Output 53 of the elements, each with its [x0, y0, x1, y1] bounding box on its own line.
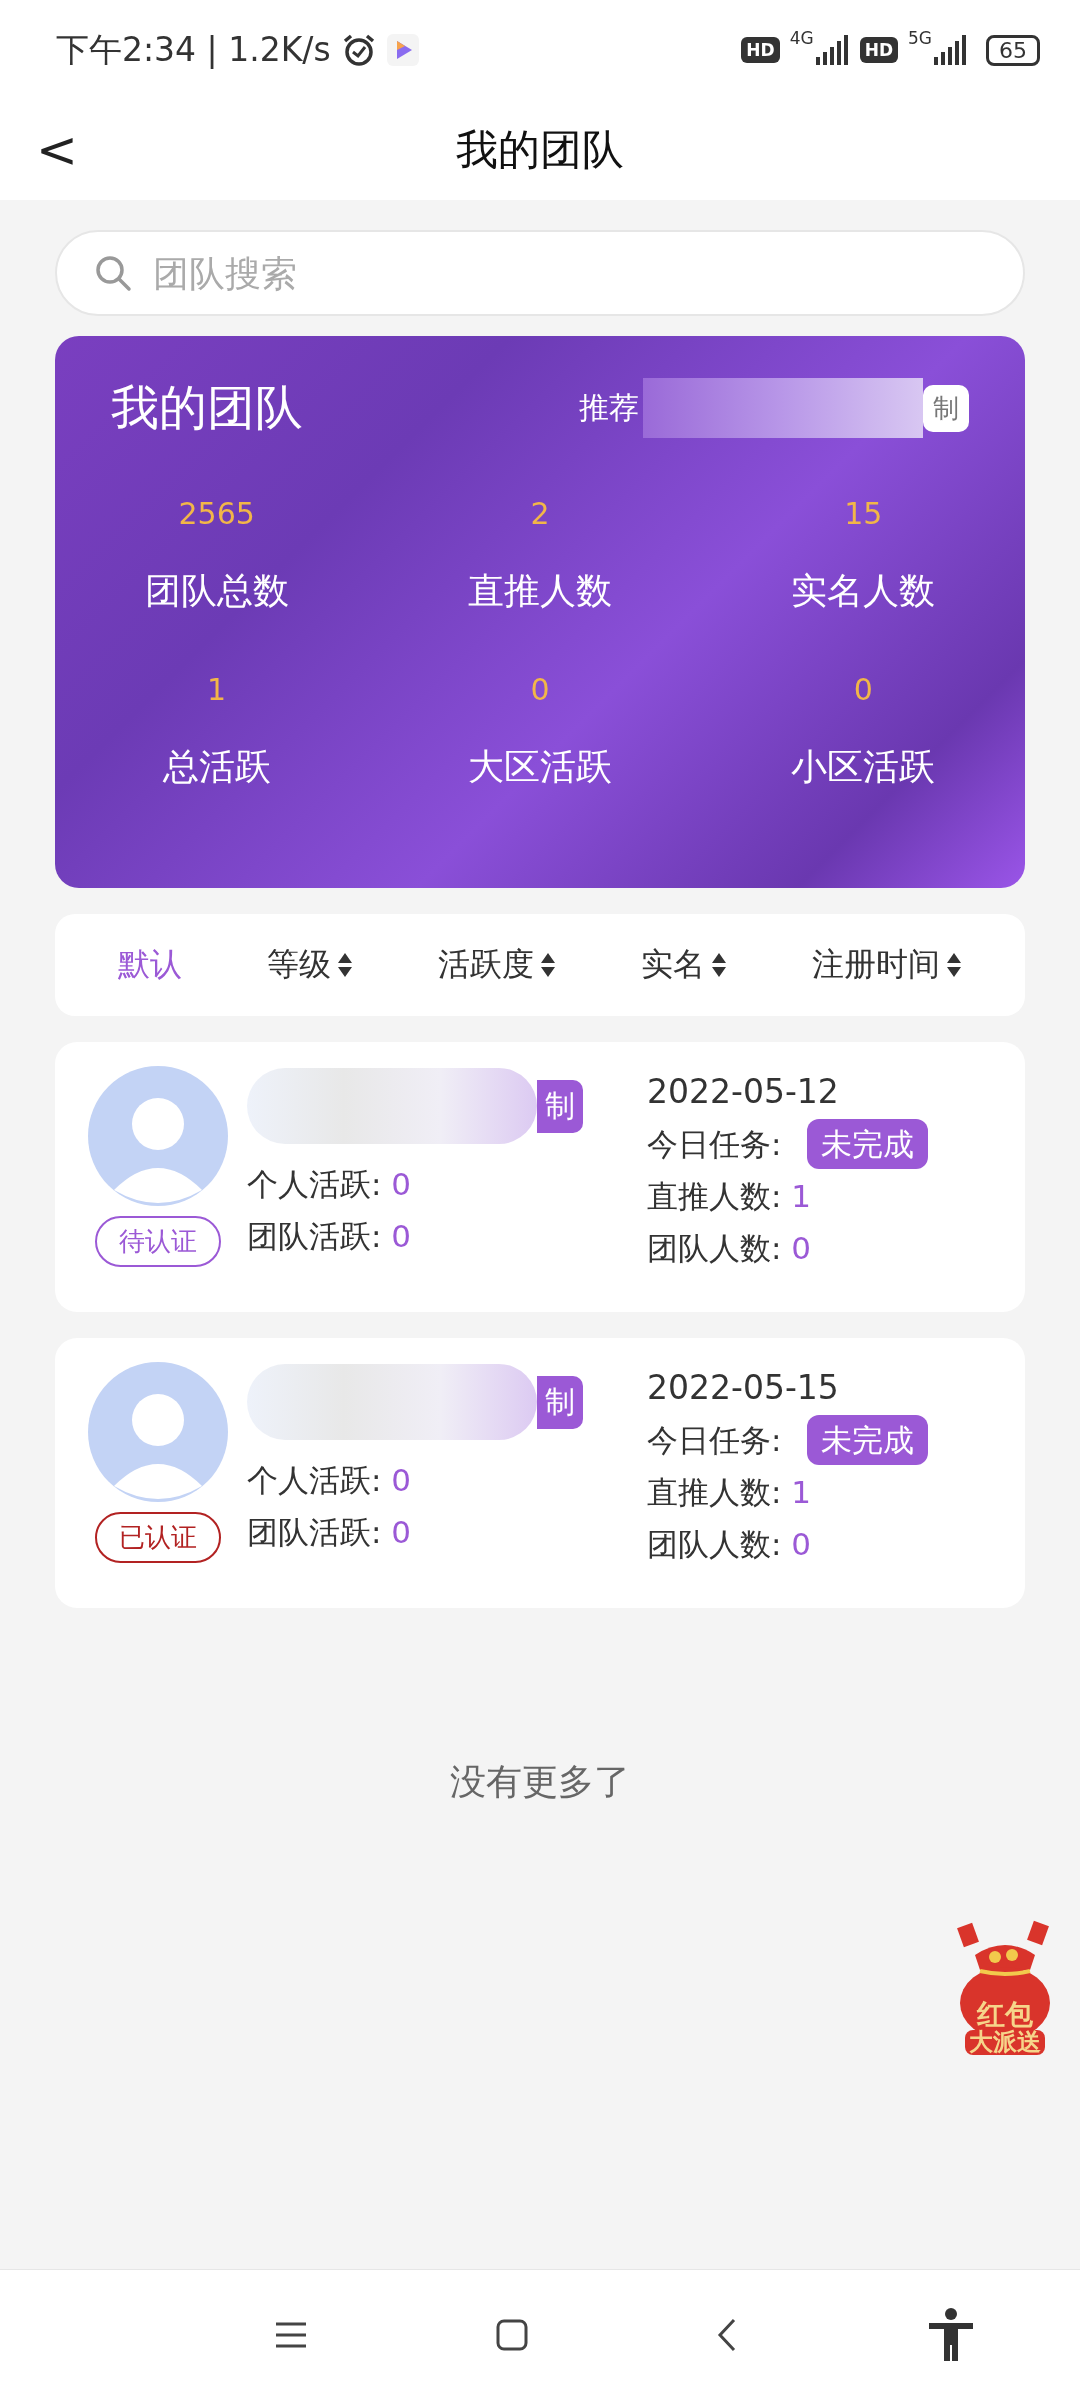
task-label: 今日任务:	[647, 1421, 782, 1460]
sort-tab[interactable]: 等级	[266, 943, 353, 987]
status-time: 下午2:34 | 1.2K/s	[56, 28, 331, 71]
battery-indicator: 65	[986, 34, 1040, 66]
stat-value: 0	[530, 672, 550, 707]
back-button[interactable]: <	[36, 121, 78, 179]
register-date: 2022-05-12	[647, 1071, 840, 1113]
sort-tab[interactable]: 实名	[641, 943, 728, 987]
stat-label: 大区活跃	[468, 745, 612, 789]
hd-badge: HD	[859, 37, 898, 63]
packet-text: 红包	[977, 2000, 1033, 2030]
stat-label: 团队总数	[144, 569, 289, 613]
sort-tab[interactable]: 默认	[117, 943, 182, 987]
personal-activity: 个人活跃: 0	[247, 1461, 413, 1500]
stat-value: 1	[207, 672, 227, 707]
search-field[interactable]: 团队搜索	[55, 230, 1025, 316]
hd-badge: HD	[741, 37, 780, 63]
team-activity: 团队活跃: 0	[247, 1513, 413, 1552]
task-status-tag: 未完成	[807, 1415, 929, 1465]
team-activity: 团队活跃: 0	[247, 1217, 413, 1256]
team-size: 团队人数: 0	[647, 1525, 813, 1564]
stat-label: 小区活跃	[791, 745, 936, 789]
network-type: 4G	[789, 28, 814, 48]
member-card[interactable]: 待认证 制 个人活跃: 0 团队活跃: 0 2022-05-12 今日任务: 未完成 直推人数: 1 团队人数: 0	[55, 1042, 1025, 1312]
sort-tab[interactable]: 活跃度	[437, 943, 556, 987]
summary-title: 我的团队	[111, 378, 303, 437]
end-message: 没有更多了	[449, 1760, 631, 1804]
task-status-tag: 未完成	[807, 1119, 929, 1169]
stat-value: 0	[853, 672, 873, 707]
search-input[interactable]: 团队搜索	[151, 251, 987, 295]
copy-button[interactable]: 制	[923, 384, 969, 432]
copy-tag[interactable]: 制	[537, 1375, 583, 1429]
packet-text: 大派送	[965, 2029, 1045, 2055]
stat-label: 实名人数	[791, 569, 936, 613]
member-card[interactable]: 已认证 制 个人活跃: 0 团队活跃: 0 2022-05-15 今日任务: 未完成 直推人数: 1 团队人数: 0	[55, 1338, 1025, 1608]
stat-value: 2	[530, 496, 550, 531]
task-label: 今日任务:	[647, 1125, 782, 1164]
network-type: 5G	[908, 28, 932, 48]
direct-count: 直推人数: 1	[647, 1473, 813, 1512]
sort-tab[interactable]: 注册时间	[812, 943, 963, 987]
register-date: 2022-05-15	[647, 1367, 840, 1409]
referrer-label: 推荐	[579, 388, 639, 427]
stat-label: 总活跃	[162, 745, 271, 789]
copy-tag[interactable]: 制	[537, 1079, 583, 1133]
page-title: 我的团队	[456, 124, 624, 176]
stat-value: 2565	[178, 496, 255, 531]
verification-badge: 已认证	[95, 1512, 221, 1563]
stat-value: 15	[844, 496, 883, 531]
verification-badge: 待认证	[95, 1216, 221, 1267]
team-size: 团队人数: 0	[647, 1229, 813, 1268]
personal-activity: 个人活跃: 0	[247, 1165, 413, 1204]
stat-label: 直推人数	[468, 569, 612, 613]
direct-count: 直推人数: 1	[647, 1177, 813, 1216]
